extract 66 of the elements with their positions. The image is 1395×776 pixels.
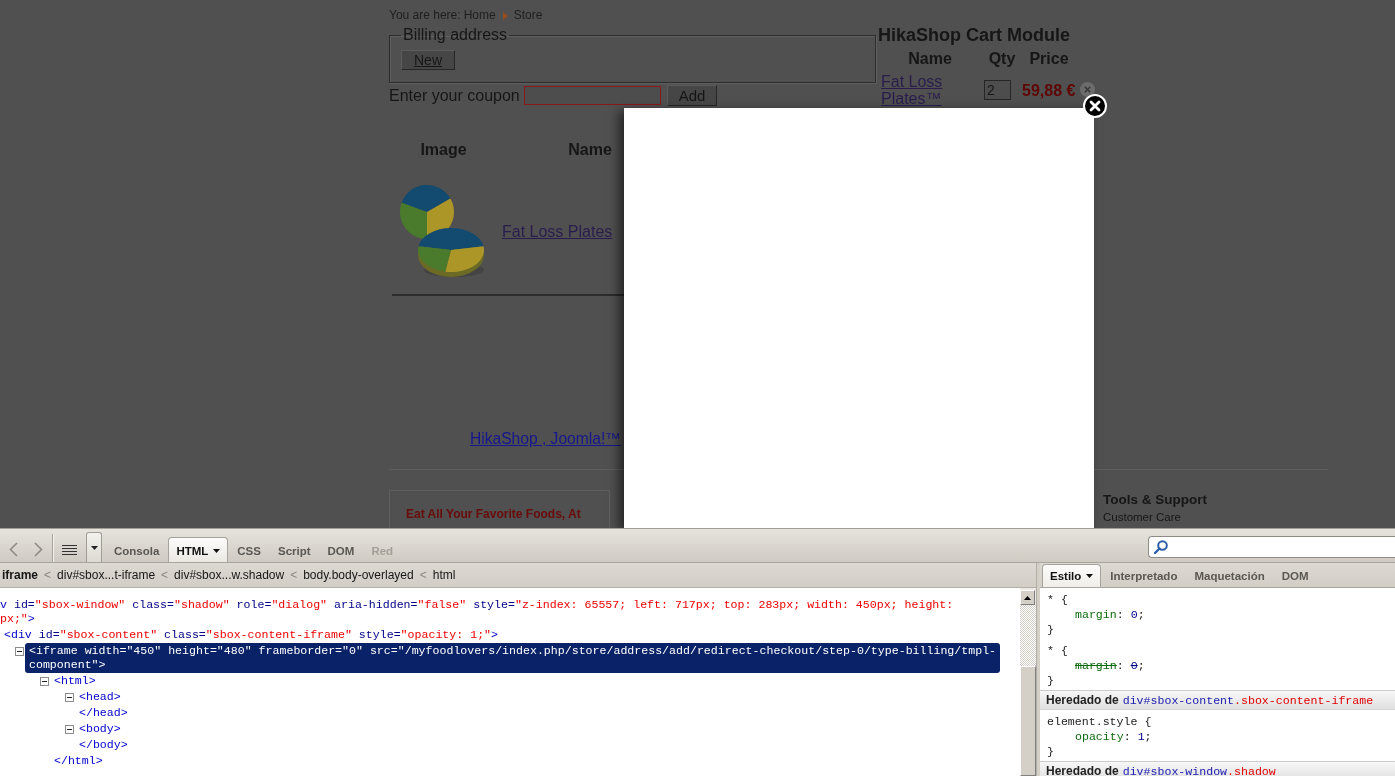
minus-box-icon[interactable]	[40, 677, 49, 686]
markup-line[interactable]: </html>	[50, 754, 107, 768]
panel-tab[interactable]: Script	[269, 537, 319, 562]
markup-line[interactable]: </head>	[75, 706, 132, 720]
node-path-item[interactable]: div#sbox...w.shadow	[172, 568, 287, 582]
panel-tab[interactable]: Consola	[106, 537, 168, 562]
markup-line[interactable]: v id="sbox-window" class="shadow" role="dialog" aria-hidden="false" style="z-index: 65557; left: 717px; top: 283px; width: 450px; height: px;">	[0, 598, 958, 626]
scroll-up-button[interactable]	[1020, 590, 1035, 605]
triangle-icon	[502, 11, 508, 20]
scrollbar-thumb[interactable]	[1020, 666, 1036, 776]
inherited-header: Heredado de div#sbox-window.shadow	[1040, 761, 1395, 776]
css-declaration: opacity: 1;	[1075, 729, 1152, 744]
path-separator: <	[161, 568, 169, 582]
fieldset-legend: Billing address	[401, 26, 510, 44]
css-declaration: margin: 0;	[1075, 607, 1145, 622]
minus-box-icon[interactable]	[65, 725, 74, 734]
path-separator: <	[419, 568, 427, 582]
panel-tab[interactable]: HTML	[168, 537, 229, 562]
minus-box-icon[interactable]	[65, 693, 74, 702]
inherited-header: Heredado de div#sbox-content.sbox-content-iframe	[1040, 690, 1395, 710]
column-header: Image	[420, 139, 467, 159]
menu-icon[interactable]	[62, 544, 77, 555]
price-text: 59,88 €	[1022, 80, 1076, 100]
css-brace: }	[1047, 673, 1054, 688]
promo-text: Eat All Your Favorite Foods, At	[406, 507, 581, 521]
coupon-field[interactable]	[523, 86, 661, 105]
node-path-item[interactable]: html	[430, 568, 458, 582]
coupon-label: Enter your coupon	[389, 86, 520, 105]
column-header: Name	[908, 49, 952, 68]
css-brace: }	[1047, 622, 1054, 637]
node-path-item[interactable]: iframe	[0, 568, 41, 582]
x-circle-icon[interactable]	[1080, 81, 1095, 97]
column-header: Name	[568, 139, 612, 159]
panel-tab[interactable]: Maquetación	[1186, 564, 1273, 587]
markup-line[interactable]: </body>	[75, 738, 132, 752]
column-header: Qty	[988, 49, 1016, 68]
section-title: Tools & Support	[1103, 492, 1207, 508]
panel-tab[interactable]: Interpretado	[1102, 564, 1186, 587]
css-brace: }	[1047, 744, 1054, 759]
search-icon	[1154, 540, 1168, 554]
markup-line[interactable]: <div id="sbox-content" class="sbox-content-iframe" style="opacity: 1;">	[0, 628, 503, 642]
markup-line[interactable]: <head>	[75, 690, 125, 704]
dropdown-button[interactable]	[86, 532, 102, 562]
markup-line[interactable]: <body>	[75, 722, 125, 736]
panel-tab[interactable]: DOM	[319, 537, 363, 562]
css-selector: * {	[1047, 643, 1068, 658]
panel-tab[interactable]: CSS	[229, 537, 269, 562]
css-declaration: margin: 0;	[1075, 658, 1145, 673]
search-field[interactable]	[1148, 536, 1395, 558]
css-selector: * {	[1047, 592, 1068, 607]
caret-icon[interactable]	[213, 549, 221, 553]
panel-tab[interactable]: DOM	[1273, 564, 1317, 587]
node-path-item[interactable]: div#sbox...t-iframe	[55, 568, 158, 582]
caret-icon[interactable]	[90, 545, 98, 550]
triangle-up-icon	[1024, 595, 1031, 600]
minus-box-icon[interactable]	[15, 647, 24, 656]
css-selector: element.style {	[1047, 714, 1152, 729]
caret-icon[interactable]	[1086, 574, 1094, 578]
close-icon[interactable]	[1083, 94, 1107, 118]
column-header: Price	[1029, 49, 1069, 68]
panel-tab[interactable]: Estilo	[1042, 564, 1102, 587]
markup-line[interactable]: <html>	[50, 674, 100, 688]
path-separator: <	[44, 568, 52, 582]
path-separator: <	[290, 568, 298, 582]
module-title: HikaShop Cart Module	[878, 25, 1070, 45]
node-path-item[interactable]: body.body-overlayed	[301, 568, 416, 582]
